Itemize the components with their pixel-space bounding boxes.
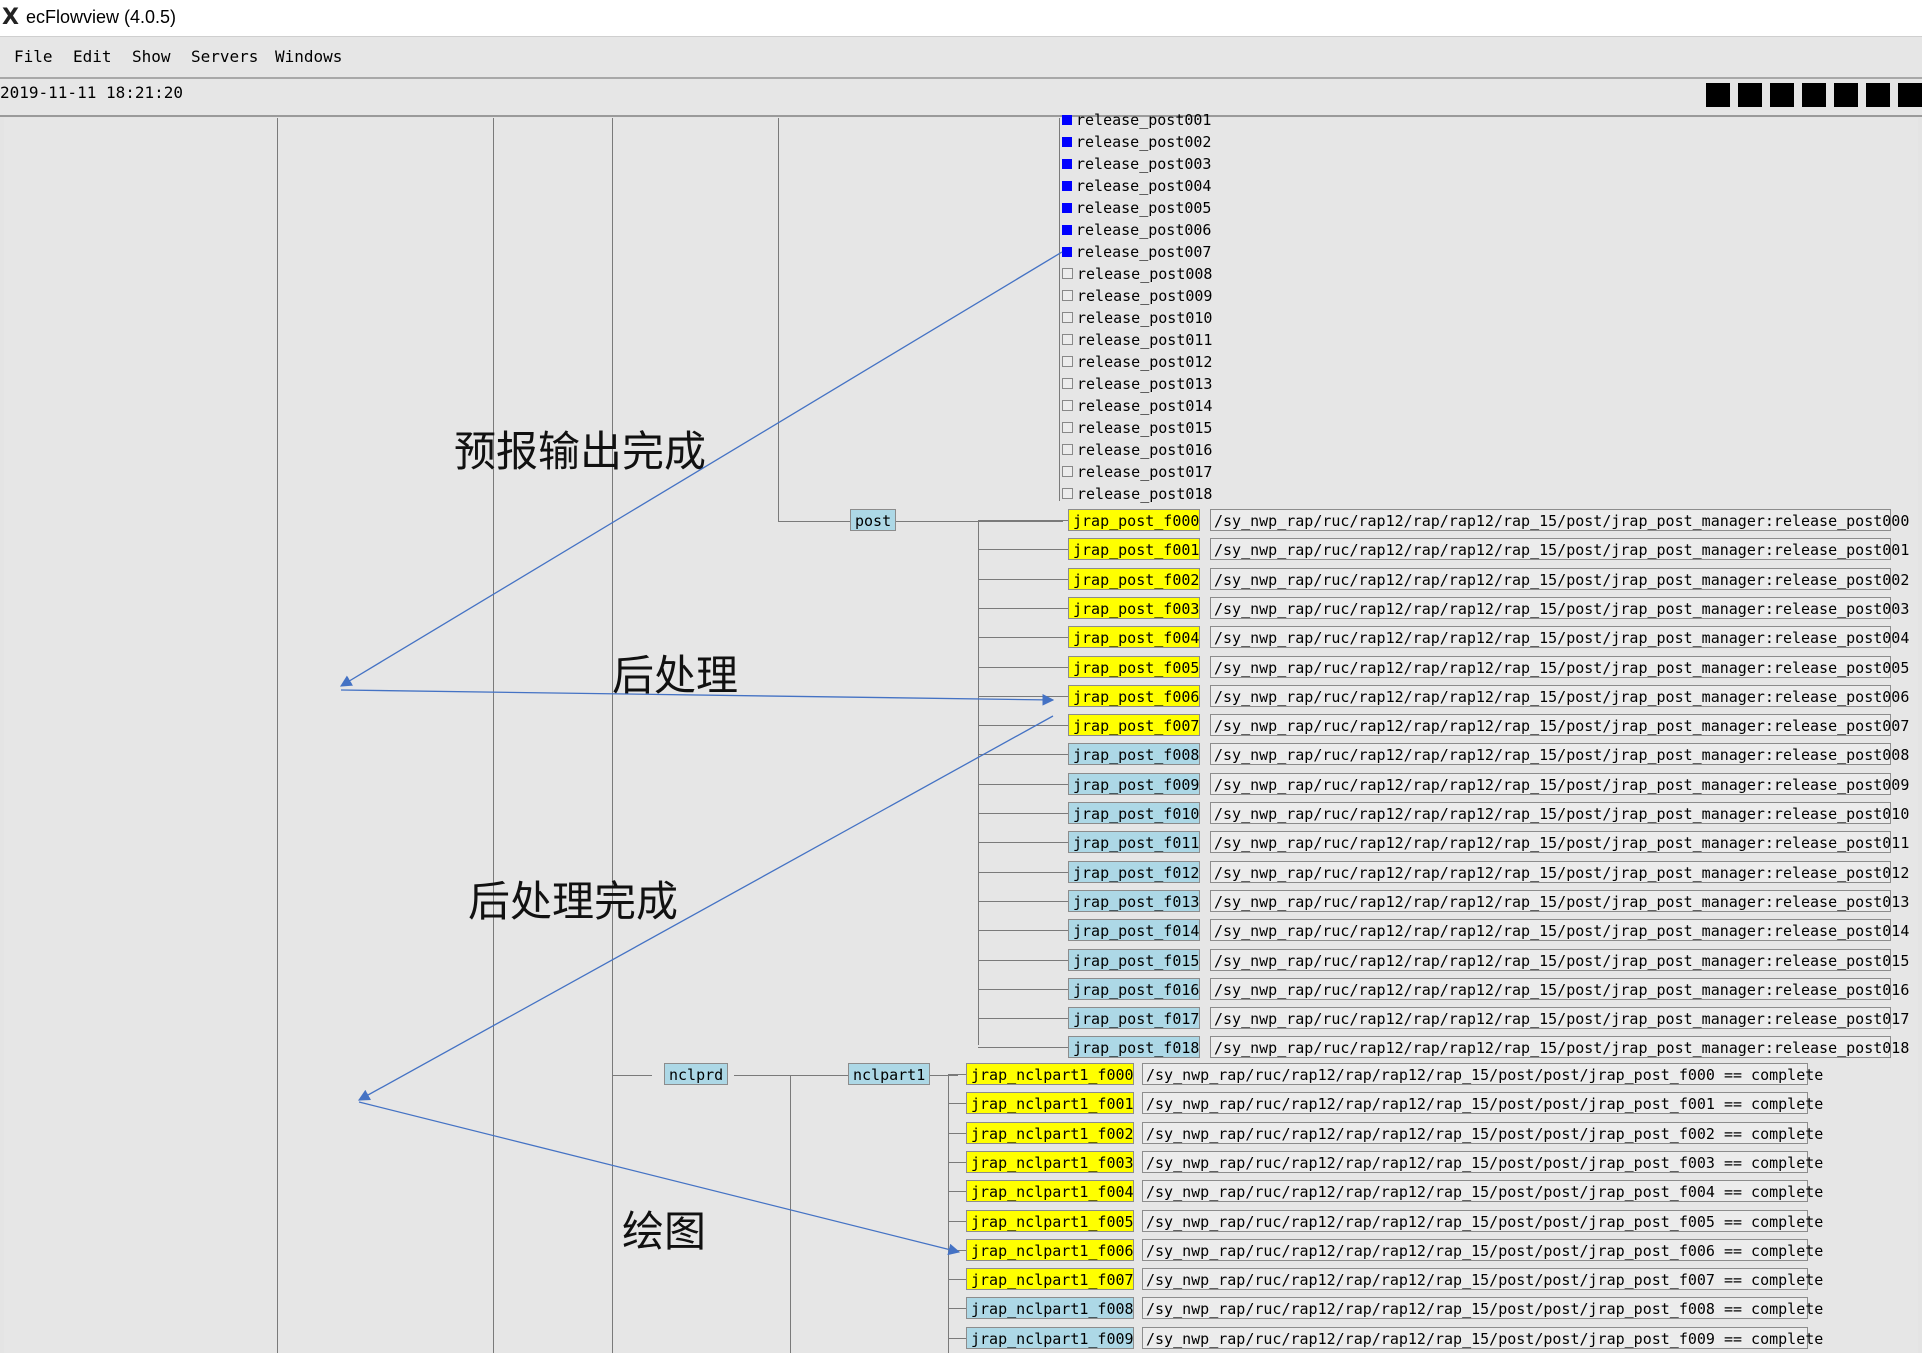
arrow-line xyxy=(340,689,1055,706)
menu-windows[interactable]: Windows xyxy=(275,47,342,66)
server-status-block[interactable] xyxy=(1770,83,1794,107)
window-title: ecFlowview (4.0.5) xyxy=(26,7,177,27)
server-status-block[interactable] xyxy=(1706,83,1730,107)
menubar: File Edit Show Servers Windows xyxy=(0,37,1922,79)
menu-servers[interactable]: Servers xyxy=(191,47,258,66)
menu-edit[interactable]: Edit xyxy=(73,47,112,66)
server-status-blocks xyxy=(1706,83,1922,107)
server-status-block[interactable] xyxy=(1898,83,1922,107)
arrow-line xyxy=(339,251,1063,687)
menu-show[interactable]: Show xyxy=(132,47,171,66)
server-status-block[interactable] xyxy=(1802,83,1826,107)
tree-canvas[interactable]: release_post001 release_post002 release_po… xyxy=(4,111,1918,1353)
status-datetime: 2019-11-11 18:21:20 xyxy=(0,83,184,102)
arrow-line xyxy=(357,715,1054,1101)
status-bar: 2019-11-11 18:21:20 xyxy=(0,79,1922,117)
window-titlebar: X ecFlowview (4.0.5) xyxy=(0,0,1922,37)
x-window-icon: X xyxy=(2,5,19,30)
arrow-line xyxy=(358,1101,961,1256)
server-status-block[interactable] xyxy=(1866,83,1890,107)
server-status-block[interactable] xyxy=(1738,83,1762,107)
menu-file[interactable]: File xyxy=(14,47,53,66)
server-status-block[interactable] xyxy=(1834,83,1858,107)
annotation-arrows xyxy=(339,251,1063,1256)
